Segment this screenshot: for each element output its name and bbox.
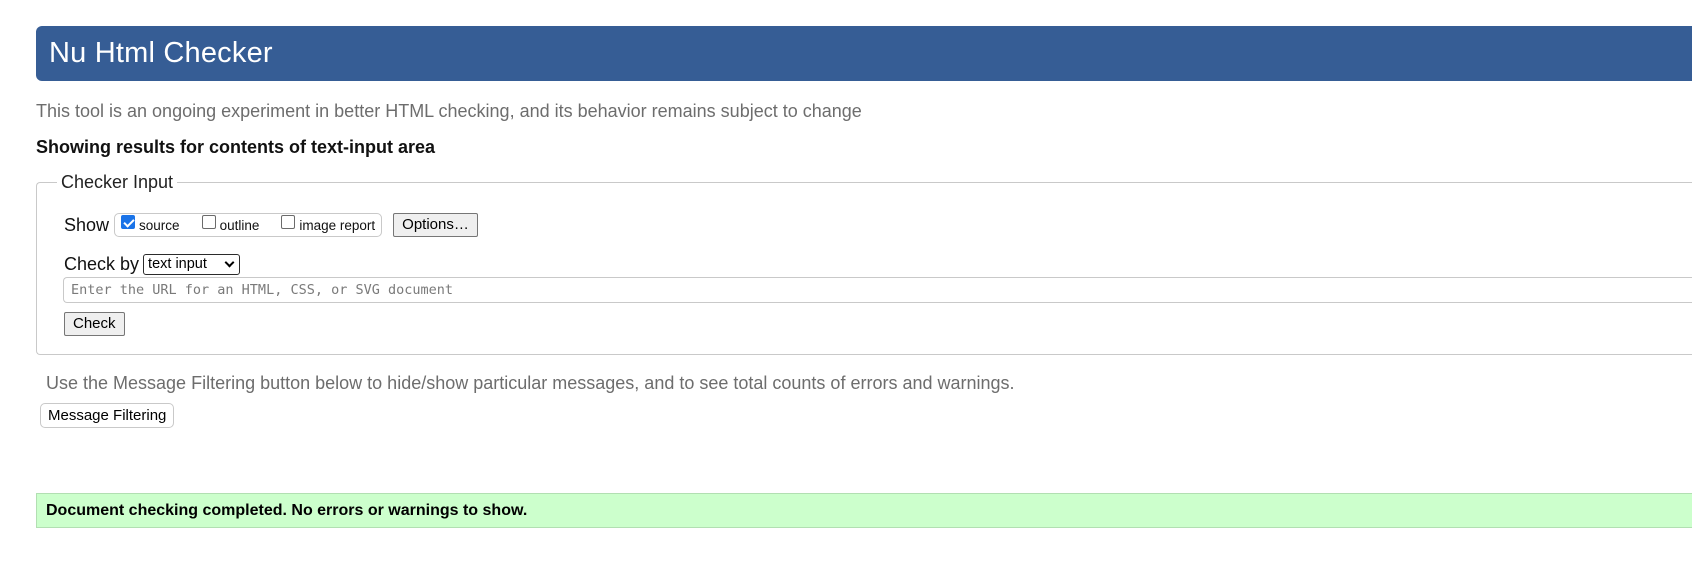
page-header: Nu Html Checker [36,26,1692,81]
show-label: Show [64,214,110,235]
chevron-down-icon [224,257,235,267]
show-row: Show source outline image report Options… [64,212,478,238]
url-input[interactable] [63,277,1692,303]
source-checkbox[interactable] [121,215,136,229]
outline-checkbox[interactable] [201,215,216,229]
options-button[interactable]: Options… [393,213,478,237]
show-options-group: source outline image report [114,213,383,237]
check-by-value: text input [148,256,207,272]
message-filtering-button[interactable]: Message Filtering [40,403,175,428]
results-heading: Showing results for contents of text-inp… [36,137,436,157]
check-by-row: Check by text input [64,253,241,275]
status-message: Document checking completed. No errors o… [46,502,528,519]
show-option-outline[interactable]: outline [201,215,260,233]
outline-label: outline [219,217,260,233]
checker-input-fieldset: Checker Input [36,172,1692,355]
show-option-source[interactable]: source [121,215,180,233]
check-by-select[interactable]: text input [143,253,241,275]
show-option-image-report[interactable]: image report [281,215,376,233]
image-report-checkbox[interactable] [281,215,296,229]
check-button[interactable]: Check [64,312,125,336]
check-by-label: Check by [64,253,140,274]
image-report-label: image report [299,217,376,233]
source-label: source [139,217,180,233]
page-title: Nu Html Checker [49,37,273,69]
status-bar: Document checking completed. No errors o… [36,493,1692,528]
checker-input-legend: Checker Input [61,172,174,192]
tagline: This tool is an ongoing experiment in be… [36,101,862,121]
filter-note: Use the Message Filtering button below t… [46,373,1015,393]
